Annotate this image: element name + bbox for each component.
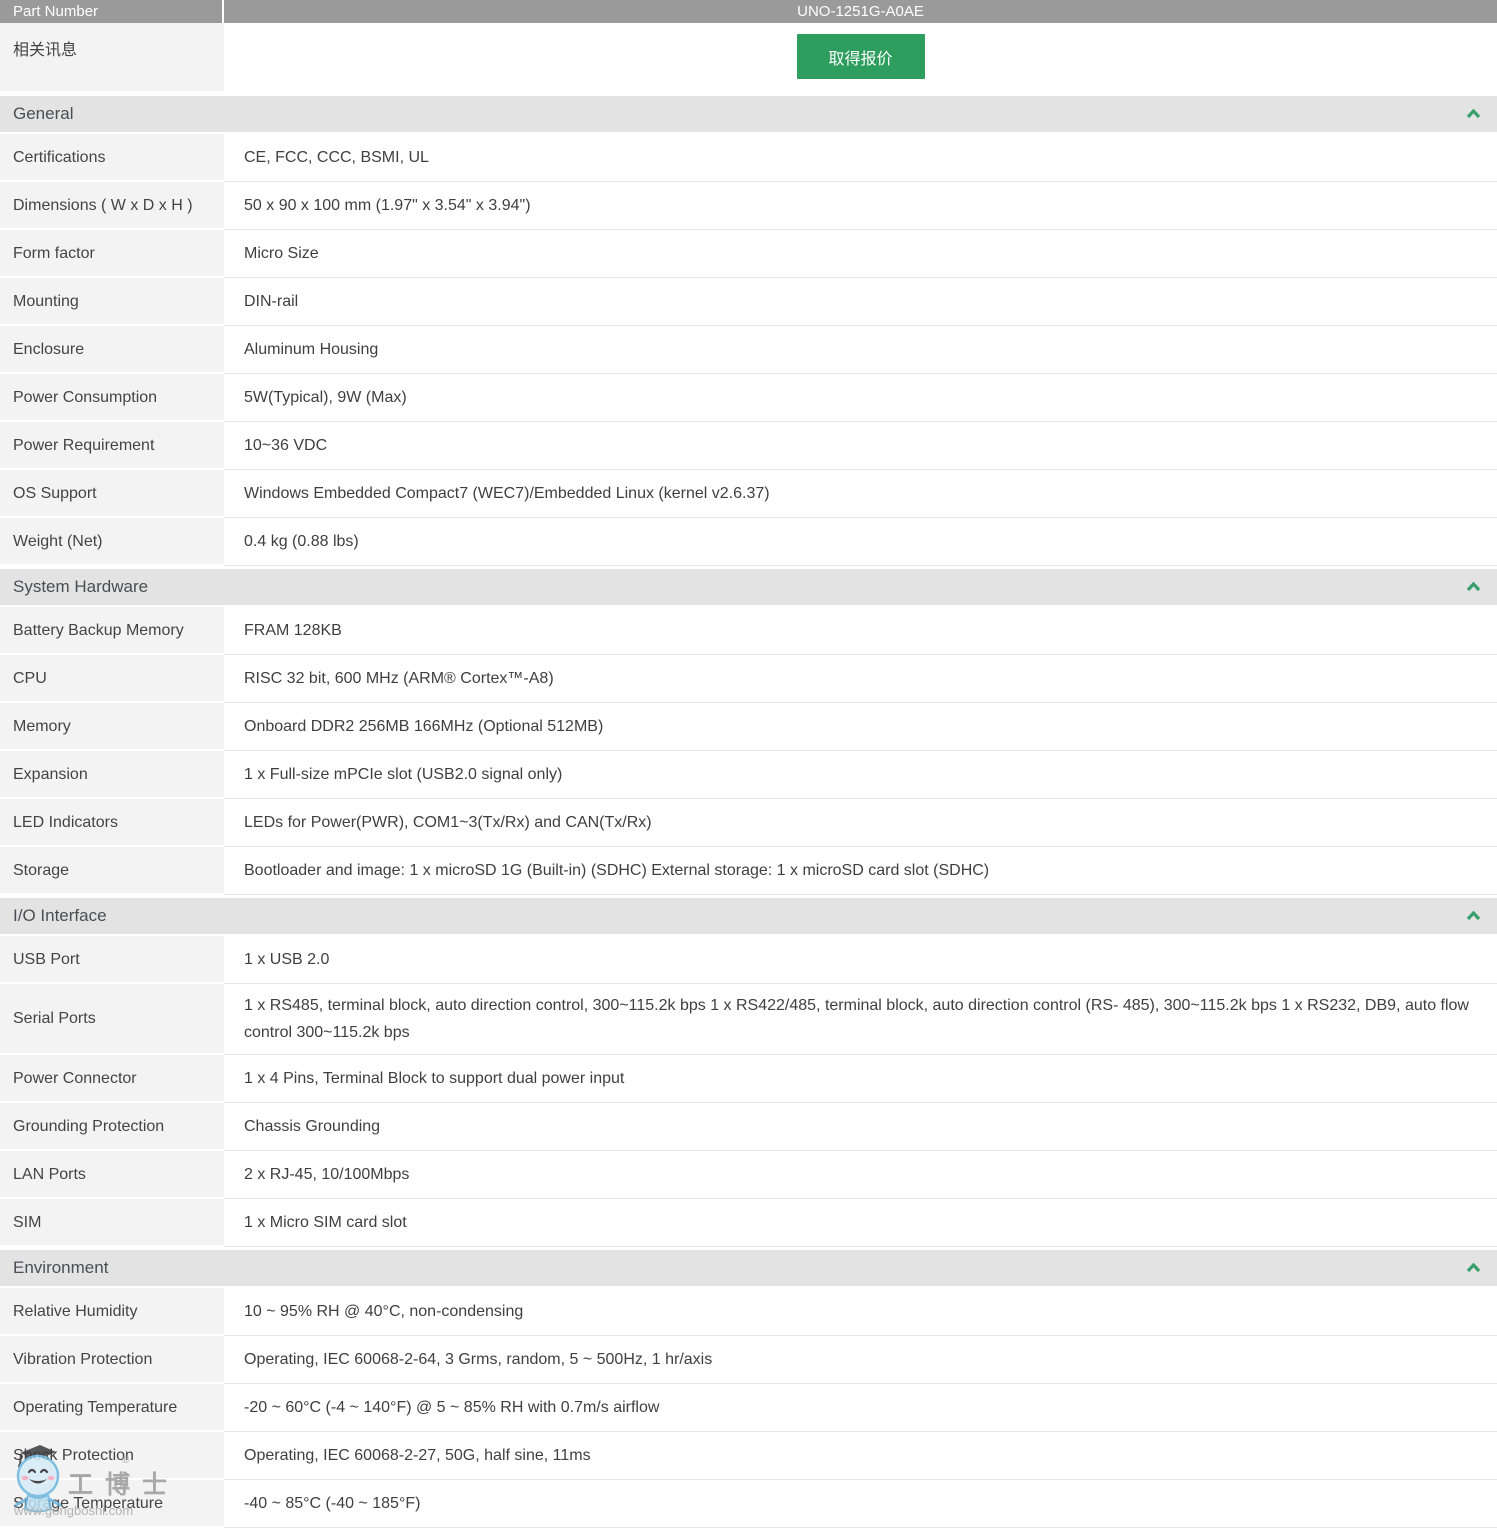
spec-value: -20 ~ 60°C (-4 ~ 140°F) @ 5 ~ 85% RH wit… (224, 1384, 1497, 1432)
section-title: Environment (13, 1258, 108, 1278)
spec-value: 1 x RS485, terminal block, auto directio… (224, 984, 1497, 1055)
spec-value: Aluminum Housing (224, 326, 1497, 374)
spec-table: Part Number UNO-1251G-A0AE 相关讯息 取得报价 Gen… (0, 0, 1497, 1528)
section-title: System Hardware (13, 577, 148, 597)
spec-label: Memory (0, 703, 224, 751)
table-row: Certifications CE, FCC, CCC, BSMI, UL (0, 134, 1497, 182)
spec-label: Mounting (0, 278, 224, 326)
spec-label: Power Connector (0, 1055, 224, 1103)
spec-label: LED Indicators (0, 799, 224, 847)
spec-label: Vibration Protection (0, 1336, 224, 1384)
spec-label: CPU (0, 655, 224, 703)
table-row: USB Port 1 x USB 2.0 (0, 936, 1497, 984)
part-number-value: UNO-1251G-A0AE (224, 0, 1497, 23)
spec-value: 1 x Micro SIM card slot (224, 1199, 1497, 1247)
table-row: SIM 1 x Micro SIM card slot (0, 1199, 1497, 1247)
spec-label: Shock Protection (0, 1432, 224, 1480)
section-header-environment[interactable]: Environment (0, 1250, 1497, 1286)
table-row: Memory Onboard DDR2 256MB 166MHz (Option… (0, 703, 1497, 751)
table-row: Storage Bootloader and image: 1 x microS… (0, 847, 1497, 895)
section-title: I/O Interface (13, 906, 107, 926)
spec-value: 50 x 90 x 100 mm (1.97" x 3.54" x 3.94") (224, 182, 1497, 230)
spec-label: Storage Temperature (0, 1480, 224, 1528)
spec-label: Storage (0, 847, 224, 895)
spec-label: Power Requirement (0, 422, 224, 470)
spec-label: Battery Backup Memory (0, 607, 224, 655)
spec-value: 5W(Typical), 9W (Max) (224, 374, 1497, 422)
table-row: CPU RISC 32 bit, 600 MHz (ARM® Cortex™-A… (0, 655, 1497, 703)
table-row: Shock Protection Operating, IEC 60068-2-… (0, 1432, 1497, 1480)
spec-value: 0.4 kg (0.88 lbs) (224, 518, 1497, 566)
section-header-general[interactable]: General (0, 96, 1497, 132)
spec-value: CE, FCC, CCC, BSMI, UL (224, 134, 1497, 182)
spec-label: Weight (Net) (0, 518, 224, 566)
table-row: Battery Backup Memory FRAM 128KB (0, 607, 1497, 655)
spec-value: Micro Size (224, 230, 1497, 278)
spec-label: SIM (0, 1199, 224, 1247)
spec-label: USB Port (0, 936, 224, 984)
part-number-label: Part Number (0, 0, 224, 23)
chevron-up-icon[interactable] (1466, 582, 1481, 592)
table-row: OS Support Windows Embedded Compact7 (WE… (0, 470, 1497, 518)
spec-value: 1 x Full-size mPCIe slot (USB2.0 signal … (224, 751, 1497, 799)
table-row: Power Connector 1 x 4 Pins, Terminal Blo… (0, 1055, 1497, 1103)
spec-label: Grounding Protection (0, 1103, 224, 1151)
spec-label: Expansion (0, 751, 224, 799)
chevron-up-icon[interactable] (1466, 911, 1481, 921)
spec-label: Serial Ports (0, 984, 224, 1055)
spec-value: 10 ~ 95% RH @ 40°C, non-condensing (224, 1288, 1497, 1336)
section-header-io-interface[interactable]: I/O Interface (0, 898, 1497, 934)
section-title: General (13, 104, 73, 124)
related-info-row: 相关讯息 取得报价 (0, 23, 1497, 91)
spec-value: LEDs for Power(PWR), COM1~3(Tx/Rx) and C… (224, 799, 1497, 847)
spec-label: Certifications (0, 134, 224, 182)
table-row: Dimensions ( W x D x H ) 50 x 90 x 100 m… (0, 182, 1497, 230)
table-row: Storage Temperature -40 ~ 85°C (-40 ~ 18… (0, 1480, 1497, 1528)
spec-label: Form factor (0, 230, 224, 278)
table-row: LAN Ports 2 x RJ-45, 10/100Mbps (0, 1151, 1497, 1199)
chevron-up-icon[interactable] (1466, 109, 1481, 119)
table-row: Form factor Micro Size (0, 230, 1497, 278)
spec-label: OS Support (0, 470, 224, 518)
spec-value: 1 x 4 Pins, Terminal Block to support du… (224, 1055, 1497, 1103)
spec-label: Operating Temperature (0, 1384, 224, 1432)
table-row: Operating Temperature -20 ~ 60°C (-4 ~ 1… (0, 1384, 1497, 1432)
chevron-up-icon[interactable] (1466, 1263, 1481, 1273)
table-row: Relative Humidity 10 ~ 95% RH @ 40°C, no… (0, 1288, 1497, 1336)
table-row: Mounting DIN-rail (0, 278, 1497, 326)
spec-label: Relative Humidity (0, 1288, 224, 1336)
spec-value: Bootloader and image: 1 x microSD 1G (Bu… (224, 847, 1497, 895)
spec-label: Dimensions ( W x D x H ) (0, 182, 224, 230)
get-quote-button[interactable]: 取得报价 (797, 34, 925, 79)
spec-value: 10~36 VDC (224, 422, 1497, 470)
table-row: Vibration Protection Operating, IEC 6006… (0, 1336, 1497, 1384)
part-number-band: Part Number UNO-1251G-A0AE (0, 0, 1497, 23)
spec-label: Power Consumption (0, 374, 224, 422)
table-row: Power Consumption 5W(Typical), 9W (Max) (0, 374, 1497, 422)
table-row: Expansion 1 x Full-size mPCIe slot (USB2… (0, 751, 1497, 799)
related-info-label: 相关讯息 (0, 23, 224, 91)
spec-value: RISC 32 bit, 600 MHz (ARM® Cortex™-A8) (224, 655, 1497, 703)
spec-value: DIN-rail (224, 278, 1497, 326)
table-row: Power Requirement 10~36 VDC (0, 422, 1497, 470)
spec-value: 2 x RJ-45, 10/100Mbps (224, 1151, 1497, 1199)
table-row: LED Indicators LEDs for Power(PWR), COM1… (0, 799, 1497, 847)
spec-value: Operating, IEC 60068-2-27, 50G, half sin… (224, 1432, 1497, 1480)
spec-value: -40 ~ 85°C (-40 ~ 185°F) (224, 1480, 1497, 1528)
section-header-system-hardware[interactable]: System Hardware (0, 569, 1497, 605)
related-info-cell: 取得报价 (224, 23, 1497, 91)
spec-label: LAN Ports (0, 1151, 224, 1199)
spec-value: Operating, IEC 60068-2-64, 3 Grms, rando… (224, 1336, 1497, 1384)
table-row: Serial Ports 1 x RS485, terminal block, … (0, 984, 1497, 1055)
spec-value: Chassis Grounding (224, 1103, 1497, 1151)
table-row: Enclosure Aluminum Housing (0, 326, 1497, 374)
table-row: Weight (Net) 0.4 kg (0.88 lbs) (0, 518, 1497, 566)
spec-value: 1 x USB 2.0 (224, 936, 1497, 984)
spec-value: FRAM 128KB (224, 607, 1497, 655)
table-row: Grounding Protection Chassis Grounding (0, 1103, 1497, 1151)
spec-value: Onboard DDR2 256MB 166MHz (Optional 512M… (224, 703, 1497, 751)
spec-label: Enclosure (0, 326, 224, 374)
spec-value: Windows Embedded Compact7 (WEC7)/Embedde… (224, 470, 1497, 518)
